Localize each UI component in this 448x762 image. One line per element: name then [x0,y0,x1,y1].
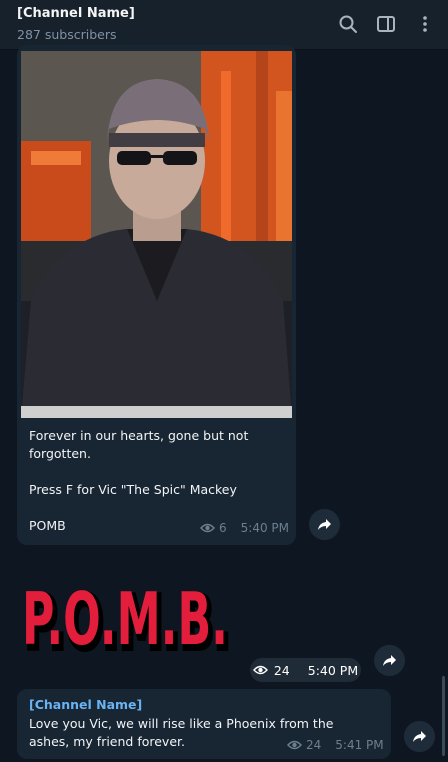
forward-icon [383,655,396,666]
photo-message[interactable]: Forever in our hearts, gone but not forg… [17,45,296,545]
forward-icon [413,731,426,742]
subscriber-count: 287 subscribers [17,27,117,42]
message-time: 5:41 PM [335,738,384,752]
caption-line [29,463,287,481]
sidebar-toggle-icon[interactable] [375,13,397,35]
views-eye-icon [252,665,268,675]
message-photo[interactable] [21,51,292,418]
photo-caption: Forever in our hearts, gone but not forg… [29,427,287,535]
caption-line: Forever in our hearts, gone but not [29,428,249,443]
more-vertical-icon[interactable] [414,13,436,35]
message-meta: 24 5:41 PM [287,738,384,752]
scrollbar-thumb[interactable] [442,676,445,756]
views-eye-icon [287,740,302,750]
chat-area[interactable]: Forever in our hearts, gone but not forg… [0,45,448,762]
forward-button[interactable] [309,509,340,540]
view-count: 6 [219,521,227,535]
views-eye-icon [200,523,215,533]
sender-name[interactable]: [Channel Name] [29,697,142,712]
search-icon[interactable] [337,13,359,35]
message-meta: 6 5:40 PM [200,521,289,535]
view-count: 24 [273,662,290,678]
sticker-text: P.O.M.B. [22,577,228,661]
forward-icon [318,519,331,530]
text-message[interactable]: [Channel Name] Love you Vic, we will ris… [17,689,391,759]
caption-line: forgotten. [29,446,91,461]
forward-button[interactable] [404,721,435,752]
message-time: 5:40 PM [307,662,359,678]
channel-title[interactable]: [Channel Name] [17,6,135,21]
message-time: 5:40 PM [240,521,289,535]
caption-line: Press F for Vic "The Spic" Mackey [29,482,237,497]
sticker-meta: 24 5:40 PM [250,658,361,682]
forward-button[interactable] [374,645,405,676]
view-count: 24 [306,738,322,752]
channel-header: [Channel Name] 287 subscribers [0,0,448,50]
caption-line [29,499,287,517]
sticker-message[interactable]: P.O.M.B. P.O.M.B. [19,556,241,666]
